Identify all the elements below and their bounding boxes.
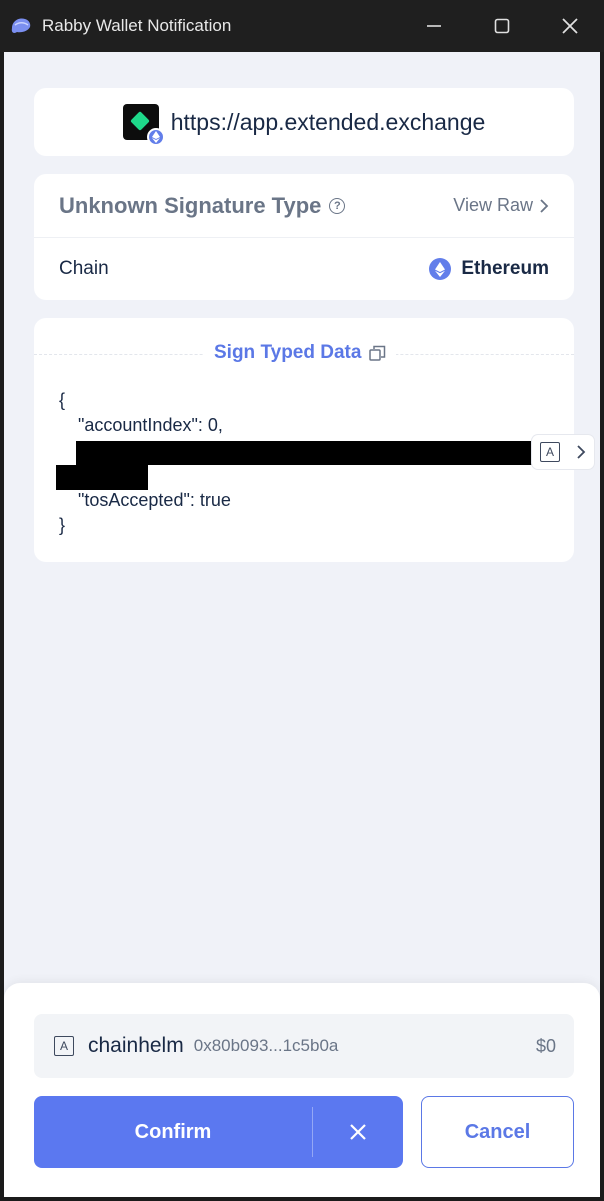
help-icon[interactable]: ? — [329, 197, 346, 214]
redacted-block — [56, 465, 148, 490]
view-raw-link[interactable]: View Raw — [453, 195, 549, 216]
notification-content: https://app.extended.exchange Unknown Si… — [4, 52, 600, 1197]
chain-value: Ethereum — [461, 258, 549, 279]
code-line: "accountIndex": 0, — [78, 415, 223, 435]
maximize-icon — [494, 18, 510, 34]
confirm-button[interactable]: Confirm — [34, 1096, 403, 1168]
cancel-button[interactable]: Cancel — [421, 1096, 574, 1168]
minimize-button[interactable] — [400, 0, 468, 52]
site-logo-icon — [122, 104, 165, 146]
chevron-right-icon — [540, 198, 549, 213]
ethereum-chain-icon — [429, 258, 452, 280]
side-toggle-widget[interactable]: A — [532, 435, 594, 469]
typed-data-title: Sign Typed Data — [214, 342, 362, 363]
close-icon — [562, 18, 578, 34]
redacted-block — [76, 441, 534, 465]
code-line: { — [59, 390, 66, 410]
account-name: chainhelm — [88, 1034, 184, 1057]
footer-panel: A chainhelm 0x80b093...1c5b0a $0 Confirm… — [4, 983, 600, 1197]
title-bar: Rabby Wallet Notification — [0, 0, 604, 52]
confirm-label: Confirm — [134, 1120, 212, 1143]
copy-icon[interactable] — [369, 345, 386, 362]
translate-icon: A — [540, 442, 560, 462]
account-selector[interactable]: A chainhelm 0x80b093...1c5b0a $0 — [34, 1014, 574, 1078]
ethereum-icon — [146, 128, 165, 146]
window-title: Rabby Wallet Notification — [42, 16, 232, 35]
account-address: 0x80b093...1c5b0a — [193, 1036, 339, 1055]
typed-data-card: Sign Typed Data { "accountIndex": 0, "to… — [34, 318, 594, 562]
chain-label: Chain — [59, 258, 109, 279]
code-line: "tosAccepted": true — [78, 490, 231, 510]
maximize-button[interactable] — [468, 0, 536, 52]
origin-url: https://app.extended.exchange — [170, 108, 486, 135]
account-avatar-icon: A — [54, 1036, 74, 1056]
chevron-right-icon — [577, 445, 586, 459]
code-line: } — [59, 515, 66, 535]
signature-info-card: Unknown Signature Type ? View Raw Chain … — [34, 174, 574, 300]
signature-type: Unknown Signature Type — [59, 192, 322, 218]
account-balance: $0 — [535, 1035, 556, 1056]
origin-card: https://app.extended.exchange — [34, 88, 574, 156]
confirm-dismiss-icon[interactable] — [313, 1122, 403, 1142]
view-raw-label: View Raw — [453, 195, 533, 215]
minimize-icon — [427, 25, 441, 27]
close-window-button[interactable] — [536, 0, 604, 52]
rabby-logo-icon — [10, 15, 32, 37]
